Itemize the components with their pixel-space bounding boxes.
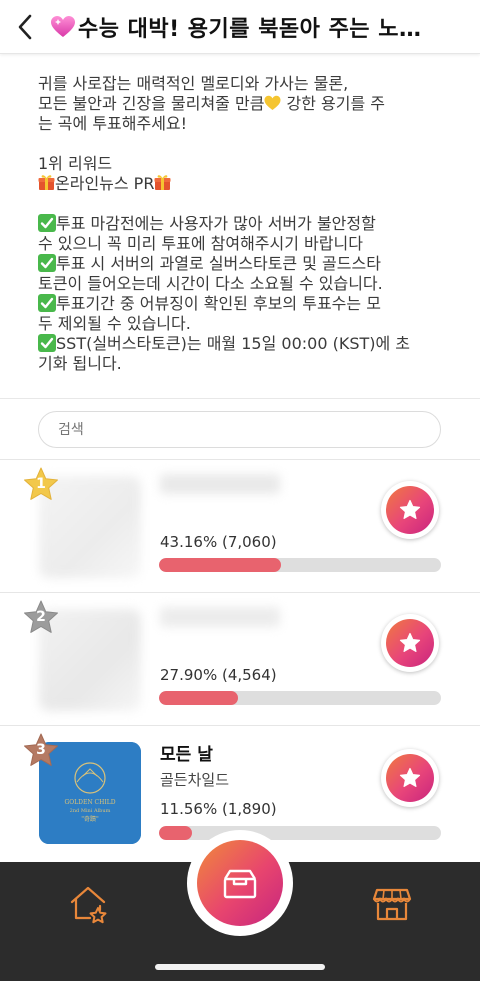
rank-number: 1: [36, 476, 46, 492]
search-input[interactable]: [38, 411, 441, 448]
store-icon: [372, 888, 412, 921]
vote-progress-fill: [159, 691, 238, 705]
notice-line: 투표 시 서버의 과열로 실버스타토큰 및 골드스타: [38, 254, 448, 274]
rank-number-wrap: 1: [22, 466, 60, 504]
vote-progress-bar: [159, 558, 441, 572]
vote-button[interactable]: [381, 614, 439, 672]
vote-button[interactable]: [381, 749, 439, 807]
ballot-box-icon: [223, 869, 257, 899]
vote-button-inner: [386, 619, 434, 667]
rank-number: 3: [36, 742, 46, 758]
yellow-heart-icon: [264, 95, 281, 110]
tab-store[interactable]: [368, 880, 416, 928]
description-text: 강한 용기를 주: [281, 94, 386, 113]
candidate-item[interactable]: 1 43.16% (7,060): [0, 460, 480, 592]
artist-name: 골든차일드: [160, 771, 230, 789]
description-line: 모든 불안과 긴장을 물리쳐줄 만큼 강한 용기를 주: [38, 94, 448, 114]
description-text: 모든 불안과 긴장을 물리쳐줄 만큼: [38, 94, 265, 113]
vote-center-button[interactable]: [197, 840, 283, 926]
vote-progress-bar: [159, 691, 441, 705]
check-mark-icon: [38, 214, 56, 232]
notice-line: 기화 됩니다.: [38, 354, 122, 373]
chevron-left-icon: [18, 14, 32, 39]
star-icon: [399, 767, 421, 787]
home-star-icon: [70, 886, 107, 924]
notice-line: 투표기간 중 어뷰징이 확인된 후보의 투표수는 모: [38, 294, 448, 314]
sparkling-heart-icon: [51, 15, 75, 37]
rank-number-wrap: 2: [22, 599, 60, 637]
album-text-line: GOLDEN CHILD: [64, 799, 115, 806]
vote-button-inner: [386, 754, 434, 802]
album-text-line: 2nd Mini Album: [70, 808, 111, 814]
star-icon: [399, 499, 421, 519]
gift-icon: [154, 175, 171, 190]
vote-progress-fill: [159, 558, 281, 572]
notice-line: 수 있으니 꼭 미리 투표에 참여해주시기 바랍니다: [38, 234, 363, 253]
notice-text: 투표 마감전에는 사용자가 많아 서버가 불안정할: [56, 214, 376, 233]
vote-percent: 11.56% (1,890): [160, 800, 277, 818]
vote-button[interactable]: [381, 481, 439, 539]
home-indicator: [155, 964, 325, 970]
check-mark-icon: [38, 294, 56, 312]
vote-description: 귀를 사로잡는 매력적인 멜로디와 가사는 물론, 모든 불안과 긴장을 물리쳐…: [38, 74, 448, 374]
vote-percent: 27.90% (4,564): [160, 666, 277, 684]
song-title: 모든 날: [160, 745, 213, 765]
reward-item: 온라인뉴스 PR: [38, 174, 448, 194]
rank-number-wrap: 3: [22, 732, 60, 770]
candidate-item[interactable]: 2 27.90% (4,564): [0, 593, 480, 725]
check-mark-icon: [38, 254, 56, 272]
vote-button-inner: [386, 486, 434, 534]
reward-title: 1위 리워드: [38, 154, 113, 173]
notice-line: 토큰이 들어오는데 시간이 다소 소요될 수 있습니다.: [38, 274, 383, 293]
song-title: [160, 607, 280, 627]
vote-progress-fill: [159, 826, 192, 840]
header: 수능 대박! 용기를 북돋아 주는 노…: [0, 0, 480, 54]
description-line: 귀를 사로잡는 매력적인 멜로디와 가사는 물론,: [38, 74, 349, 93]
section-divider: [0, 398, 480, 399]
check-mark-icon: [38, 334, 56, 352]
notice-text: SST(실버스타토큰)는 매월 15일 00:00 (KST)에 초: [56, 334, 411, 353]
notice-line: 투표 마감전에는 사용자가 많아 서버가 불안정할: [38, 214, 448, 234]
album-text-line: "奇蹟": [81, 815, 99, 823]
description-line: 는 곡에 투표해주세요!: [38, 114, 188, 133]
rank-number: 2: [36, 609, 46, 625]
reward-item-text: 온라인뉴스 PR: [55, 174, 155, 193]
title-wrap: 수능 대박! 용기를 북돋아 주는 노…: [50, 11, 480, 43]
song-title: [160, 474, 280, 494]
star-icon: [399, 632, 421, 652]
tab-home[interactable]: [64, 880, 112, 928]
vote-percent: 43.16% (7,060): [160, 533, 277, 551]
notice-line: 두 제외될 수 있습니다.: [38, 314, 191, 333]
notice-text: 투표기간 중 어뷰징이 확인된 후보의 투표수는 모: [56, 294, 381, 313]
back-button[interactable]: [0, 0, 50, 54]
notice-text: 투표 시 서버의 과열로 실버스타토큰 및 골드스타: [56, 254, 381, 273]
gift-icon: [38, 175, 55, 190]
page-title: 수능 대박! 용기를 북돋아 주는 노…: [78, 16, 422, 42]
vote-progress-bar: [159, 826, 441, 840]
notice-line: SST(실버스타토큰)는 매월 15일 00:00 (KST)에 초: [38, 334, 448, 354]
